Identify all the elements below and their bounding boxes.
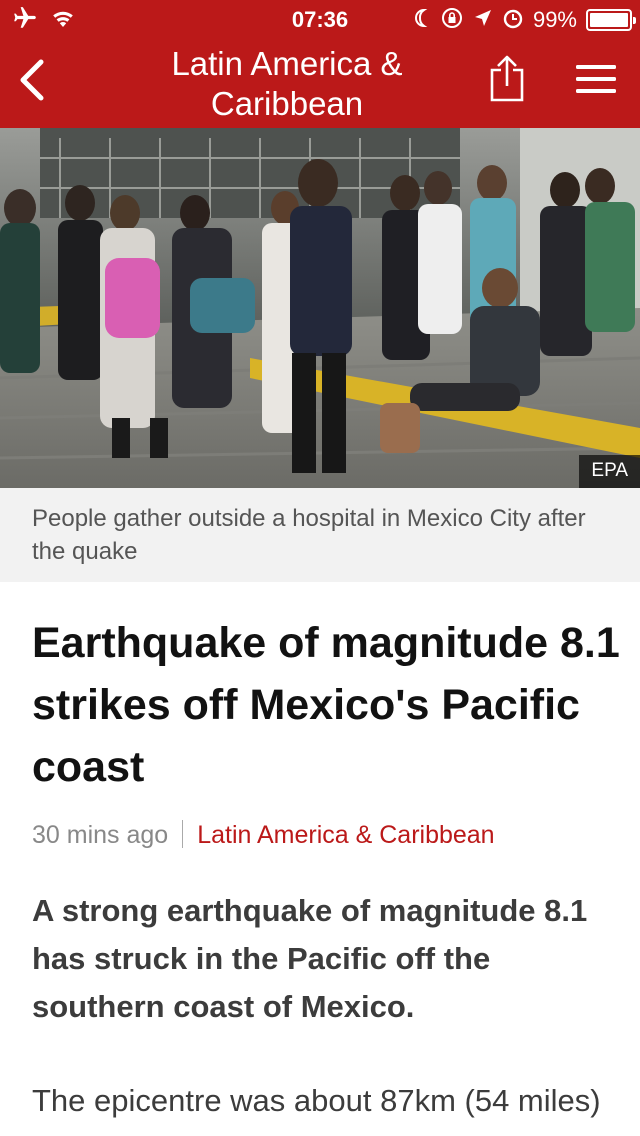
section-link[interactable]: Latin America & Caribbean <box>197 821 494 849</box>
hamburger-menu-icon <box>575 63 617 100</box>
page-title: Latin America & Caribbean <box>171 45 403 122</box>
status-bar: 07:36 99% <box>0 0 640 40</box>
alarm-icon <box>502 7 524 34</box>
status-right: 99% <box>411 6 636 35</box>
timestamp: 30 mins ago <box>32 821 169 849</box>
article-headline: Earthquake of magnitude 8.1 strikes off … <box>32 619 620 791</box>
article-meta: 30 mins ago Latin America & Caribbean <box>32 818 495 852</box>
hero-photo <box>0 128 640 488</box>
moon-icon <box>411 7 431 34</box>
meta-divider <box>182 820 184 848</box>
battery-percent: 99% <box>532 7 577 32</box>
share-button[interactable] <box>484 52 530 108</box>
location-arrow-icon <box>473 7 493 34</box>
article-paragraph: The epicentre was about 87km (54 miles) … <box>32 1083 601 1136</box>
chevron-left-icon <box>17 58 47 107</box>
share-icon <box>489 54 525 107</box>
article-intro: A strong earthquake of magnitude 8.1 has… <box>32 893 588 1024</box>
hero-image[interactable]: EPA <box>0 128 640 488</box>
battery-fill <box>590 13 628 27</box>
battery-icon <box>586 9 636 31</box>
image-caption: People gather outside a hospital in Mexi… <box>0 488 640 582</box>
back-button[interactable] <box>8 52 56 112</box>
menu-button[interactable] <box>570 58 622 104</box>
app-header: 07:36 99% Latin America & Caribbean <box>0 0 640 128</box>
photo-credit: EPA <box>579 455 640 488</box>
rotation-lock-icon <box>440 6 464 35</box>
